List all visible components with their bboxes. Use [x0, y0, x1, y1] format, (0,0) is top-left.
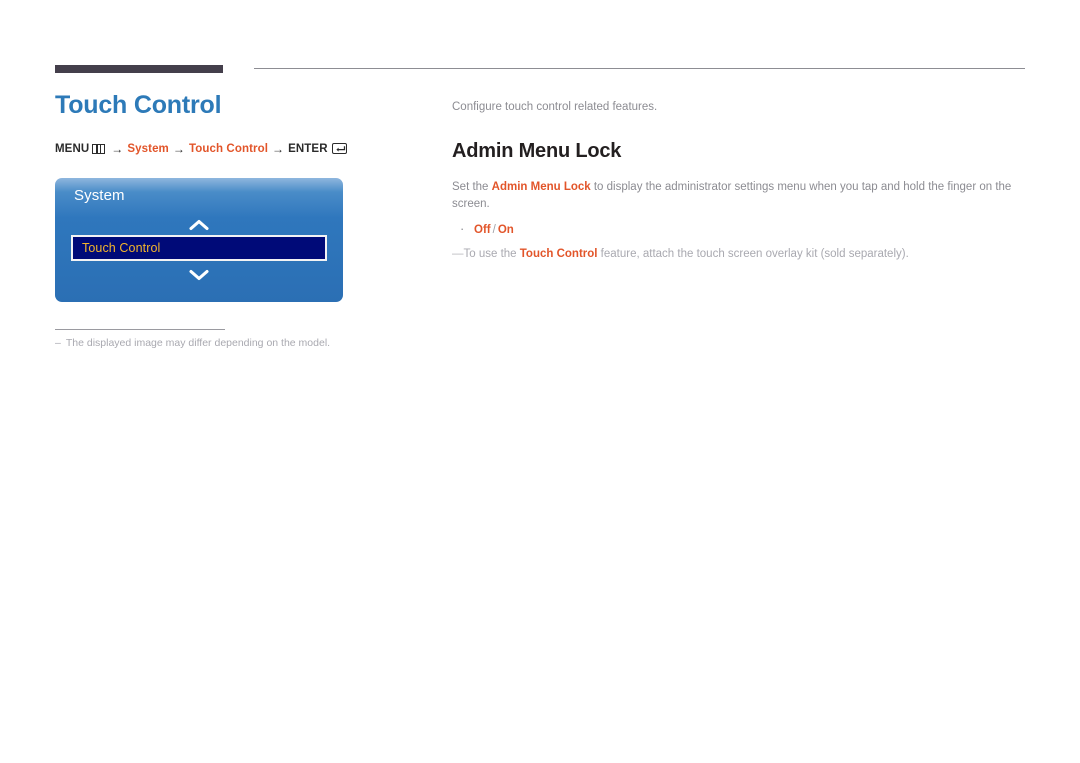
header-accent-bar — [55, 65, 223, 73]
breadcrumb-menu-label: MENU — [55, 142, 90, 155]
note-dash-icon: ― — [452, 248, 463, 261]
breadcrumb-arrow-1: → — [111, 141, 124, 156]
osd-panel-title: System — [74, 187, 125, 204]
osd-item-label: Touch Control — [82, 241, 161, 255]
header-rule — [254, 68, 1025, 69]
page-title: Touch Control — [55, 91, 222, 119]
breadcrumb-arrow-3: → — [272, 141, 285, 156]
note-prefix: To use the — [463, 248, 520, 261]
footnote-text: The displayed image may differ depending… — [65, 337, 331, 349]
footnote: – The displayed image may differ dependin… — [55, 337, 330, 349]
intro-text: Configure touch control related features… — [452, 101, 658, 113]
option-off[interactable]: Off — [474, 224, 491, 236]
menu-grid-icon — [92, 143, 106, 154]
option-on[interactable]: On — [498, 224, 514, 236]
breadcrumb-enter-label: ENTER — [288, 142, 328, 155]
left-column: Touch Control MENU → System → Touch Cont… — [55, 91, 425, 156]
breadcrumb-item-system[interactable]: System — [127, 143, 169, 155]
section-heading-admin-menu-lock: Admin Menu Lock — [452, 139, 622, 162]
footnote-dash: – — [55, 337, 61, 349]
breadcrumb: MENU → System → Touch Control → ENTER — [55, 142, 425, 156]
right-column: Configure touch control related features… — [452, 99, 1027, 263]
bullet-icon: · — [460, 221, 465, 237]
option-separator: / — [492, 224, 496, 237]
note-accent-term: Touch Control — [519, 248, 598, 261]
chevron-up-icon[interactable] — [55, 218, 343, 232]
description-prefix: Set the — [452, 180, 492, 193]
touch-control-note: ―To use the Touch Control feature, attac… — [452, 246, 1027, 263]
option-list-item: · Off / On — [452, 222, 1027, 236]
osd-menu-panel: System Touch Control — [55, 178, 343, 302]
breadcrumb-item-touch-control[interactable]: Touch Control — [189, 143, 268, 155]
enter-return-icon — [331, 143, 347, 154]
note-suffix: feature, attach the touch screen overlay… — [597, 248, 909, 261]
admin-menu-lock-description: Set the Admin Menu Lock to display the a… — [452, 179, 1027, 214]
chevron-down-icon[interactable] — [55, 268, 343, 282]
osd-item-touch-control[interactable]: Touch Control — [71, 235, 327, 261]
breadcrumb-arrow-2: → — [172, 141, 185, 156]
description-accent-term: Admin Menu Lock — [491, 180, 591, 193]
footnote-divider — [55, 329, 225, 330]
